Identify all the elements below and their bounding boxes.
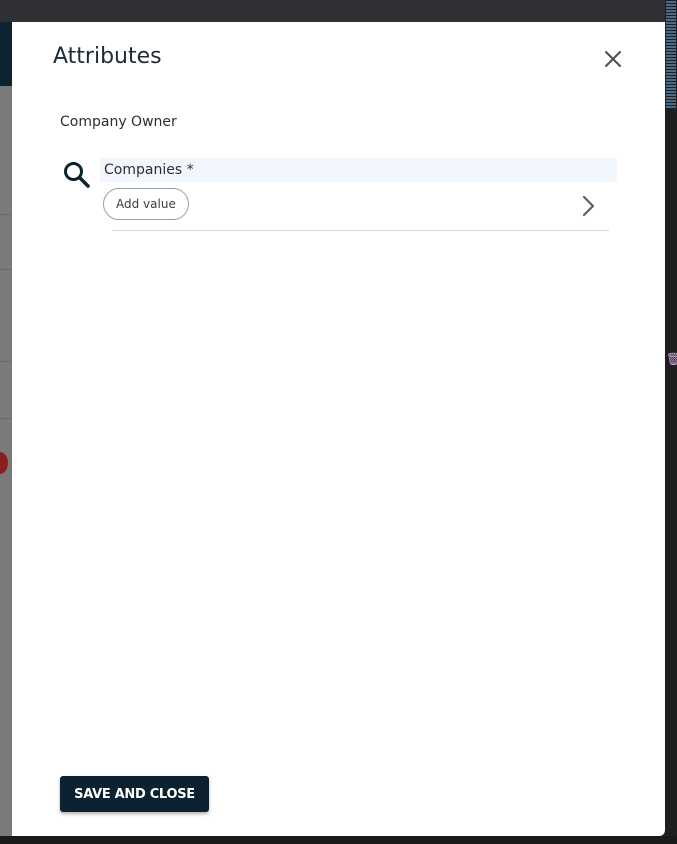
background-divider	[0, 269, 12, 270]
background-page	[0, 22, 12, 836]
modal-title: Attributes	[53, 44, 162, 69]
companies-field-header: Companies *	[100, 158, 617, 182]
background-divider	[0, 361, 12, 362]
attributes-modal: Attributes Company Owner Companies * Add…	[12, 22, 665, 836]
bottom-bar	[0, 836, 677, 844]
top-bar	[0, 0, 677, 22]
expand-companies-button[interactable]	[578, 194, 598, 218]
chevron-right-icon	[582, 195, 595, 217]
close-icon	[605, 51, 621, 67]
section-label: Company Owner	[60, 114, 177, 130]
background-divider	[0, 418, 12, 419]
add-value-button[interactable]: Add value	[103, 188, 189, 220]
trash-icon: 🗑	[666, 352, 677, 366]
background-divider	[0, 214, 12, 215]
companies-field-label: Companies *	[104, 162, 194, 178]
save-and-close-button[interactable]: SAVE AND CLOSE	[60, 776, 209, 812]
background-code-strip: 🗑	[665, 0, 677, 844]
search-icon	[64, 162, 90, 188]
background-nav	[0, 22, 12, 86]
field-divider	[112, 230, 609, 231]
close-button[interactable]	[600, 46, 626, 72]
